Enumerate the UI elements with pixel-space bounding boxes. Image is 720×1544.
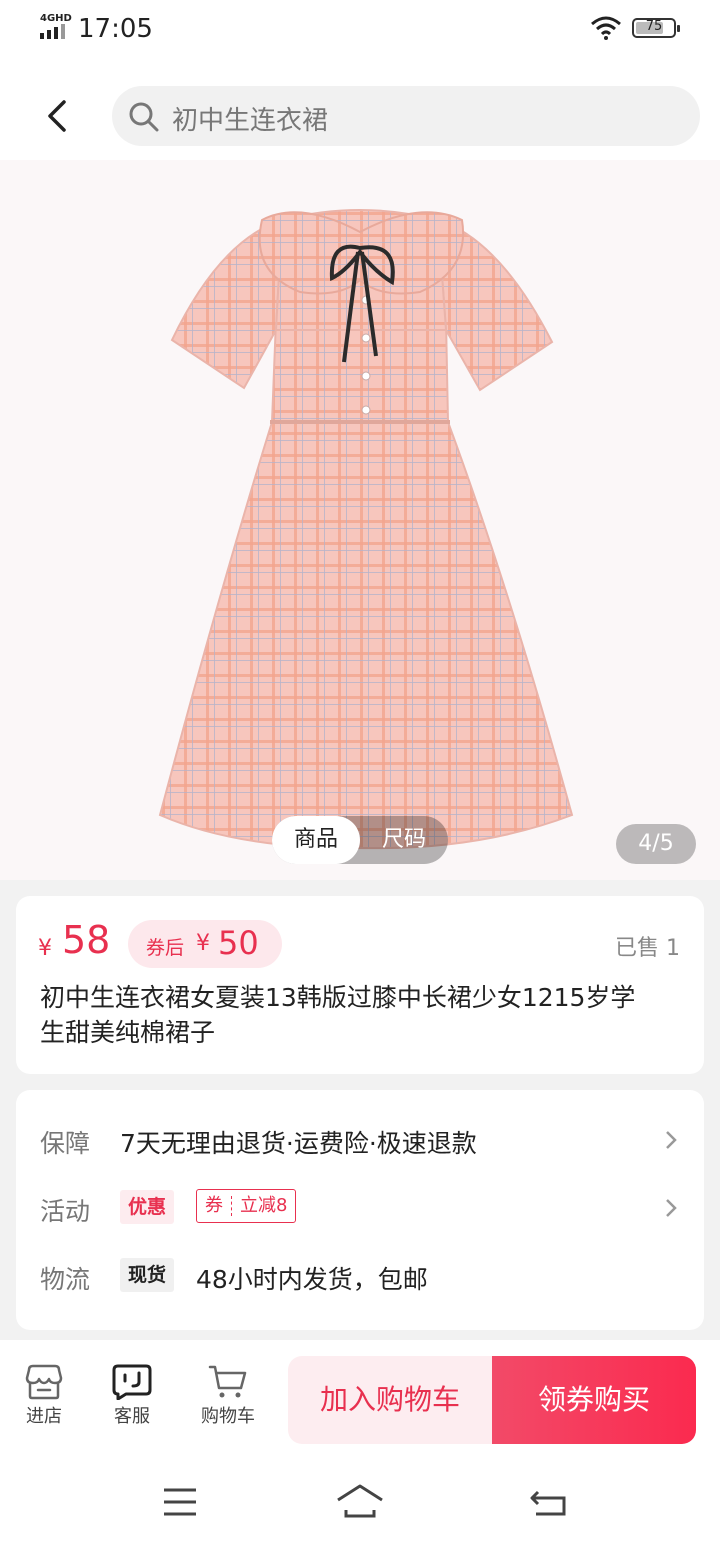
battery-icon: 75 — [632, 18, 680, 38]
store-icon — [25, 1364, 63, 1400]
clock: 17:05 — [78, 14, 153, 44]
tab-product[interactable]: 商品 — [272, 816, 360, 864]
home-icon[interactable] — [336, 1482, 384, 1522]
coupon-currency: ¥ — [196, 931, 210, 956]
image-page-indicator: 4/5 — [616, 824, 696, 864]
coupon-label: 券后 — [146, 937, 185, 959]
coupon-tag-text: 立减8 — [240, 1195, 288, 1216]
logistics-text: 48小时内发货，包邮 — [196, 1265, 428, 1294]
coupon-tag-prefix: 券 — [205, 1195, 223, 1216]
chevron-right-icon — [666, 1199, 677, 1217]
price: 58 — [62, 918, 111, 962]
service-info-card: 保障 7天无理由退货·运费险·极速退款 活动 优惠 券立减8 物流 现货 48小… — [16, 1090, 704, 1330]
menu-icon[interactable] — [162, 1482, 198, 1522]
search-query: 初中生连衣裙 — [172, 106, 329, 136]
product-title: 初中生连衣裙女夏装13韩版过膝中长裙少女1215岁学生甜美纯棉裙子 — [40, 983, 636, 1047]
signal-icon — [40, 24, 65, 39]
price-currency: ¥ — [38, 936, 52, 961]
add-to-cart-button[interactable]: 加入购物车 — [288, 1356, 492, 1444]
gallery-tab-toggle: 商品 尺码 — [272, 816, 448, 864]
back-arrow-icon[interactable] — [36, 94, 80, 138]
battery-text: 75 — [645, 19, 663, 34]
customer-service-button[interactable]: 客服 — [96, 1364, 168, 1444]
product-image — [158, 209, 574, 850]
bottom-action-bar: 进店 客服 购物车 加入购物车 领券购买 — [0, 1340, 720, 1460]
top-bar: 初中生连衣裙 — [0, 60, 720, 160]
coupon-tag: 券立减8 — [196, 1189, 297, 1223]
price-card: ¥ 58 券后 ¥ 50 已售 1 初中生连衣裙女夏装13韩版过膝中长裙少女12… — [16, 896, 704, 1074]
logistics-row: 物流 现货 48小时内发货，包邮 — [40, 1254, 680, 1298]
status-bar: 4GHD 17:05 75 — [0, 0, 720, 60]
search-input[interactable]: 初中生连衣裙 — [112, 86, 700, 146]
system-nav-bar — [0, 1460, 720, 1544]
cart-button[interactable]: 购物车 — [192, 1364, 264, 1444]
wifi-icon — [591, 16, 621, 40]
activity-row[interactable]: 活动 优惠 券立减8 — [40, 1186, 680, 1230]
in-stock-tag: 现货 — [120, 1258, 175, 1292]
return-icon[interactable] — [530, 1482, 568, 1522]
store-label: 进店 — [26, 1406, 62, 1427]
activity-label: 活动 — [40, 1197, 91, 1226]
store-button[interactable]: 进店 — [8, 1364, 80, 1444]
search-icon — [129, 102, 159, 132]
buy-now-button[interactable]: 领券购买 — [492, 1356, 696, 1444]
sold-count: 已售 1 — [615, 936, 680, 961]
guarantee-row[interactable]: 保障 7天无理由退货·运费险·极速退款 — [40, 1118, 680, 1162]
product-gallery[interactable]: 商品 尺码 4/5 — [0, 160, 720, 880]
cart-label: 购物车 — [201, 1406, 255, 1427]
chevron-right-icon — [666, 1131, 677, 1149]
coupon-price: 50 — [218, 924, 259, 962]
logistics-label: 物流 — [40, 1265, 91, 1294]
tab-size[interactable]: 尺码 — [360, 816, 448, 864]
coupon-price-badge: 券后 ¥ 50 — [128, 920, 282, 968]
discount-tag: 优惠 — [120, 1190, 175, 1224]
guarantee-label: 保障 — [40, 1129, 91, 1158]
customer-service-icon — [112, 1364, 152, 1400]
customer-service-label: 客服 — [114, 1406, 150, 1427]
guarantee-text: 7天无理由退货·运费险·极速退款 — [120, 1129, 477, 1158]
cart-icon — [208, 1365, 247, 1398]
